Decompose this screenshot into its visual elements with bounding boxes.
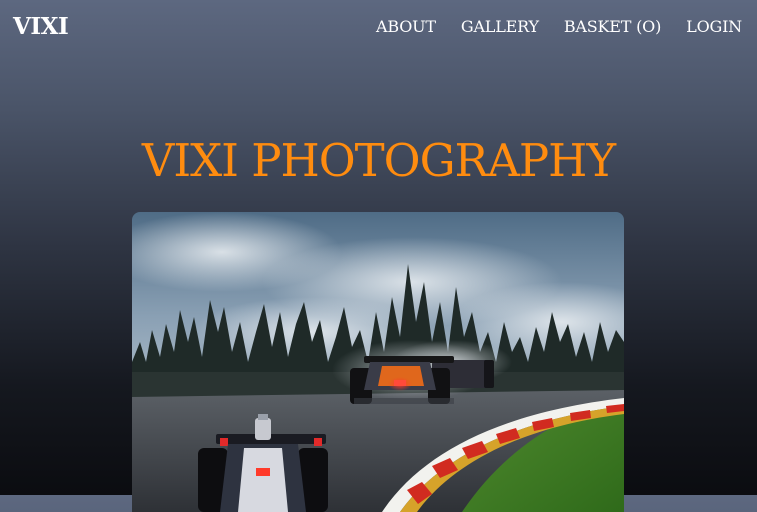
hero-photo [132, 212, 624, 512]
top-navigation: VIXI ABOUT GALLERY BASKET (O) LOGIN [0, 0, 757, 56]
nav-link-basket[interactable]: BASKET (O) [564, 17, 661, 36]
page-title: VIXI PHOTOGRAPHY [141, 134, 616, 187]
nav-link-gallery[interactable]: GALLERY [461, 17, 539, 36]
nav-link-login[interactable]: LOGIN [686, 17, 742, 36]
nav-menu: ABOUT GALLERY BASKET (O) LOGIN [376, 17, 742, 36]
site-logo[interactable]: VIXI [13, 13, 69, 40]
nav-link-about[interactable]: ABOUT [376, 17, 436, 36]
